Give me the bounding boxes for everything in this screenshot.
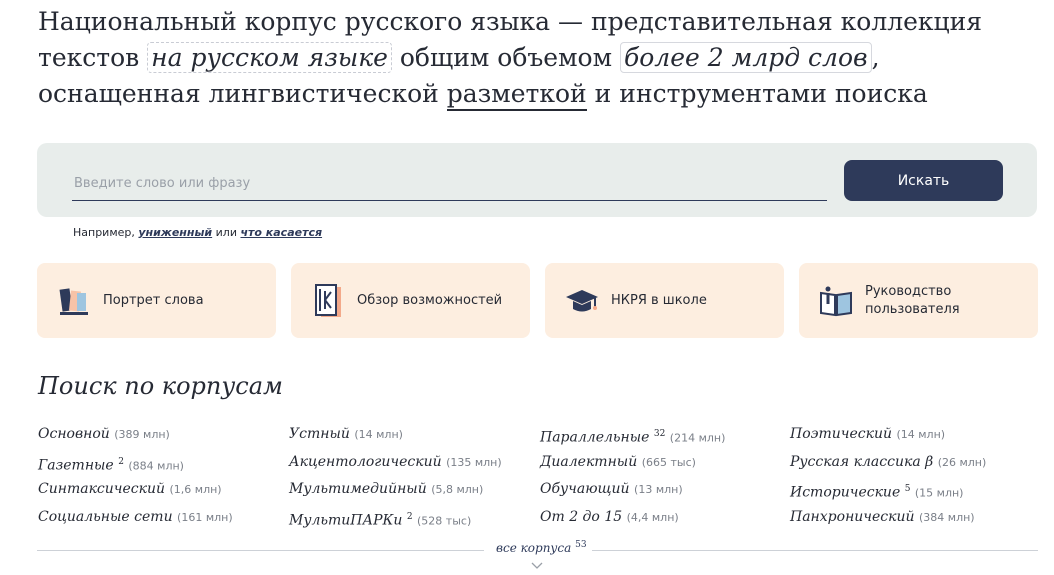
corpus-subcount: 2 xyxy=(406,511,413,522)
corpus-size: (5,8 млн) xyxy=(431,483,484,496)
corpus-name: Основной xyxy=(38,426,110,442)
corpus-name: Газетные xyxy=(38,457,114,474)
corpora-column: Параллельные 32 (214 млн) Диалектный (665… xyxy=(540,424,780,534)
card-school[interactable]: НКРЯ в школе xyxy=(545,263,784,338)
card-label: Руководство пользователя xyxy=(865,283,960,317)
corpus-subcount: 32 xyxy=(653,429,666,439)
hero-highlight-size[interactable]: более 2 млрд слов xyxy=(619,42,872,73)
corpus-link[interactable]: Обучающий (13 млн) xyxy=(540,479,780,507)
corpus-link[interactable]: МультиПАРКи 2 (528 тыс) xyxy=(289,507,529,535)
corpus-name: Параллельные xyxy=(540,429,650,446)
all-corpora-label: все корпуса xyxy=(496,541,572,555)
divider xyxy=(592,550,1038,551)
corpus-size: (135 млн) xyxy=(446,455,502,469)
hero-text: Национальный корпус русского языка — пре… xyxy=(38,4,1038,112)
corpus-link[interactable]: Поэтический (14 млн) xyxy=(790,424,1030,452)
card-label: Портрет слова xyxy=(103,292,204,308)
card-user-guide[interactable]: Руководство пользователя xyxy=(799,263,1038,338)
corpus-link[interactable]: Газетные 2 (884 млн) xyxy=(38,452,278,480)
corpora-column: Поэтический (14 млн) Русская классика β (… xyxy=(790,424,1030,534)
corpus-size: (14 млн) xyxy=(896,428,946,441)
card-overview[interactable]: Обзор возможностей xyxy=(291,263,530,338)
corpus-name: От 2 до 15 xyxy=(540,508,623,525)
corpus-size: (884 млн) xyxy=(128,459,184,473)
corpus-link[interactable]: Социальные сети (161 млн) xyxy=(38,507,278,535)
hero-text-part: и инструментами поиска xyxy=(586,79,928,108)
corpus-name: МультиПАРКи xyxy=(289,512,403,529)
example-middle: или xyxy=(212,226,241,239)
corpus-size: (14 млн) xyxy=(354,428,403,441)
corpus-link[interactable]: Синтаксический (1,6 млн) xyxy=(38,479,278,507)
corpus-size: (26 млн) xyxy=(937,455,987,469)
corpus-name: Поэтический xyxy=(790,426,892,442)
example-prefix: Например, xyxy=(73,226,139,239)
corpus-link[interactable]: Устный (14 млн) xyxy=(289,424,529,452)
corpus-name: Устный xyxy=(289,426,350,442)
all-corpora-count: 53 xyxy=(575,540,587,550)
corpus-name: Социальные сети xyxy=(38,508,173,525)
corpus-link[interactable]: Панхронический (384 млн) xyxy=(790,507,1030,535)
corpora-column: Устный (14 млн) Акцентологический (135 мл… xyxy=(289,424,529,534)
corpus-subcount: 2 xyxy=(118,456,124,467)
divider xyxy=(37,550,484,551)
search-button[interactable]: Искать xyxy=(844,160,1003,201)
corpus-size: (15 млн) xyxy=(914,486,964,500)
corpus-name: Обучающий xyxy=(540,481,630,497)
example-link-1[interactable]: униженный xyxy=(138,226,212,239)
corpus-link[interactable]: Диалектный (665 тыс) xyxy=(540,452,780,480)
corpus-name: Акцентологический xyxy=(289,453,442,470)
search-example: Например, униженный или что касается xyxy=(73,226,322,239)
corpus-size: (665 тыс) xyxy=(641,455,696,469)
corpus-size: (13 млн) xyxy=(634,483,683,496)
hero-highlight-language[interactable]: на русском языке xyxy=(147,42,392,73)
corpus-name: Русская классика β xyxy=(790,453,934,470)
book-overview-icon xyxy=(315,283,341,317)
hero-text-part: общим объемом xyxy=(391,43,620,72)
corpus-link[interactable]: От 2 до 15 (4,4 млн) xyxy=(540,507,780,535)
feature-cards: Портрет слова Обзор возможностей НКРЯ в … xyxy=(37,263,1038,338)
corpus-name: Панхронический xyxy=(790,508,915,525)
corpus-name: Мультимедийный xyxy=(289,481,427,497)
corpus-name: Исторические xyxy=(790,484,901,501)
corpus-size: (389 млн) xyxy=(114,428,170,441)
corpus-link[interactable]: Акцентологический (135 млн) xyxy=(289,452,529,480)
card-word-portrait[interactable]: Портрет слова xyxy=(37,263,276,338)
hero-link-markup[interactable]: разметкой xyxy=(446,79,587,111)
open-book-icon xyxy=(820,286,852,316)
corpus-link[interactable]: Параллельные 32 (214 млн) xyxy=(540,424,780,452)
word-portrait-icon xyxy=(59,287,88,315)
example-link-2[interactable]: что касается xyxy=(240,226,322,239)
corpus-size: (214 млн) xyxy=(669,431,726,445)
corpus-size: (384 млн) xyxy=(918,510,975,524)
corpus-name: Синтаксический xyxy=(38,481,166,497)
all-corpora-link[interactable]: все корпуса 53 xyxy=(496,540,587,555)
search-panel: Искать xyxy=(37,143,1037,217)
chevron-down-icon[interactable] xyxy=(531,562,543,570)
card-label: НКРЯ в школе xyxy=(611,292,707,308)
corpus-size: (4,4 млн) xyxy=(626,510,679,524)
search-input[interactable] xyxy=(72,167,827,201)
corpus-link[interactable]: Мультимедийный (5,8 млн) xyxy=(289,479,529,507)
corpus-link[interactable]: Русская классика β (26 млн) xyxy=(790,452,1030,480)
corpora-column: Основной (389 млн) Газетные 2 (884 млн) Си… xyxy=(38,424,278,534)
corpus-name: Диалектный xyxy=(540,453,638,470)
corpus-link[interactable]: Основной (389 млн) xyxy=(38,424,278,452)
corpus-size: (1,6 млн) xyxy=(169,483,222,496)
corpora-section-title: Поиск по корпусам xyxy=(38,372,283,400)
card-label: Обзор возможностей xyxy=(357,292,503,308)
corpus-link[interactable]: Исторические 5 (15 млн) xyxy=(790,479,1030,507)
corpus-subcount: 5 xyxy=(904,484,911,494)
graduation-cap-icon xyxy=(566,289,598,311)
corpus-size: (161 млн) xyxy=(177,510,233,524)
corpus-size: (528 тыс) xyxy=(417,514,472,528)
